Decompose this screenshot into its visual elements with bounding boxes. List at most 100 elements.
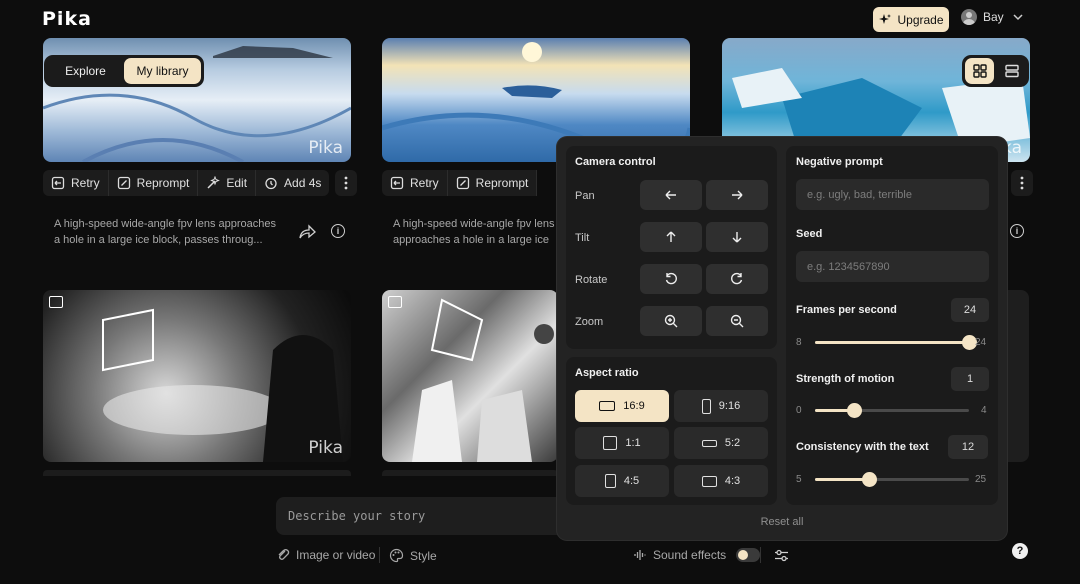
card-actions: Retry Reprompt Edit Add 4s [43, 170, 358, 196]
seed-input[interactable] [796, 251, 989, 282]
add-4s-button[interactable]: Add 4s [256, 170, 330, 196]
negative-prompt-box [796, 179, 989, 210]
aspect-4-5-button[interactable]: 4:5 [575, 465, 669, 497]
consistency-max-label: 25 [975, 474, 987, 485]
video-thumbnail[interactable]: Pika [43, 290, 351, 462]
consistency-slider[interactable] [815, 472, 969, 487]
slider-fill [815, 341, 969, 344]
portrait-ratio-icon [701, 398, 711, 414]
aspect-4-3-button[interactable]: 4:3 [674, 465, 768, 497]
rotate-cw-icon [731, 272, 743, 285]
divider [760, 547, 761, 563]
tilt-down-button[interactable] [706, 222, 768, 252]
aspect-4-5-label: 4:5 [623, 475, 640, 487]
tab-my-library[interactable]: My library [124, 58, 201, 84]
sparkle-icon [879, 13, 892, 24]
tilt-up-button[interactable] [640, 222, 702, 252]
upgrade-button[interactable]: Upgrade [873, 7, 949, 32]
watermark: Pika [308, 138, 343, 158]
retry-button[interactable]: Retry [43, 170, 109, 196]
sound-effects-toggle[interactable]: Sound effects [633, 548, 761, 562]
video-description: A high-speed wide-angle fpv lens approac… [393, 218, 555, 246]
magic-wand-icon [207, 176, 221, 189]
pan-left-button[interactable] [640, 180, 702, 210]
sound-wave-icon [634, 550, 646, 560]
reset-all-button[interactable]: Reset all [557, 516, 1007, 528]
help-button[interactable]: ? [1012, 543, 1028, 559]
tab-explore[interactable]: Explore [47, 58, 124, 84]
consistency-title: Consistency with the text [796, 441, 929, 453]
zoom-out-icon [730, 314, 744, 328]
aspect-9-16-button[interactable]: 9:16 [674, 390, 768, 422]
card-actions [382, 470, 558, 476]
retry-icon [390, 176, 404, 190]
more-options-button[interactable] [1011, 170, 1033, 196]
rotate-ccw-button[interactable] [640, 264, 702, 294]
retry-button[interactable]: Retry [382, 170, 448, 196]
edit-label: Edit [226, 176, 248, 190]
info-icon[interactable]: i [1010, 224, 1024, 238]
image-badge-icon [388, 296, 402, 308]
list-view-button[interactable] [997, 58, 1026, 84]
reprompt-label: Reprompt [475, 176, 529, 190]
story-input[interactable] [276, 497, 576, 535]
image-or-video-button[interactable]: Image or video [276, 548, 375, 562]
top-bar: Pika Upgrade Bay [0, 0, 1080, 38]
arrow-up-icon [666, 231, 676, 242]
zoom-out-button[interactable] [706, 306, 768, 336]
slider-thumb[interactable] [846, 403, 862, 418]
timer-icon [265, 177, 277, 190]
watermark: Pika [308, 438, 343, 458]
aspect-5-2-button[interactable]: 5:2 [674, 427, 768, 459]
style-button[interactable]: Style [389, 548, 437, 563]
seed-box [796, 251, 989, 282]
motion-value[interactable]: 1 [951, 367, 989, 391]
slider-fill [815, 478, 869, 481]
style-label: Style [410, 548, 437, 563]
aspect-16-9-button[interactable]: 16:9 [575, 390, 669, 422]
edit-button[interactable]: Edit [198, 170, 257, 196]
basketball-scene [102, 308, 343, 462]
negative-prompt-input[interactable] [796, 179, 989, 210]
share-icon[interactable] [298, 224, 316, 240]
aspect-9-16-label: 9:16 [718, 400, 741, 412]
aspect-16-9-label: 16:9 [623, 400, 645, 412]
more-options-button[interactable] [335, 170, 358, 196]
view-toggle [962, 55, 1029, 87]
zoom-label: Zoom [575, 316, 604, 328]
video-thumbnail[interactable] [382, 290, 558, 462]
fps-max-label: 24 [975, 337, 987, 348]
consistency-value[interactable]: 12 [948, 435, 988, 459]
info-icon[interactable]: i [331, 224, 345, 238]
fps-value[interactable]: 24 [951, 298, 989, 322]
seed-title: Seed [796, 228, 823, 240]
motion-max-label: 4 [981, 405, 987, 416]
pan-label: Pan [575, 190, 595, 202]
fps-slider[interactable] [815, 335, 977, 350]
rotate-cw-button[interactable] [706, 264, 768, 294]
video-thumbnail[interactable] [1007, 290, 1029, 462]
pika-logo[interactable]: Pika [42, 8, 92, 30]
settings-sliders-icon[interactable] [774, 548, 789, 563]
aspect-1-1-button[interactable]: 1:1 [575, 427, 669, 459]
reprompt-button[interactable]: Reprompt [447, 170, 538, 196]
zoom-in-button[interactable] [640, 306, 702, 336]
library-tabs: Explore My library [44, 55, 204, 87]
reprompt-label: Reprompt [136, 176, 190, 190]
retry-label: Retry [71, 176, 100, 190]
pan-right-button[interactable] [706, 180, 768, 210]
reprompt-button[interactable]: Reprompt [108, 170, 199, 196]
motion-min-label: 0 [796, 405, 802, 416]
more-vertical-icon [345, 176, 348, 190]
slider-thumb[interactable] [861, 472, 877, 487]
grid-icon [972, 64, 987, 78]
edit-pencil-icon [456, 176, 469, 190]
card-actions: Retry Reprompt [382, 170, 538, 196]
sound-effects-switch[interactable] [736, 548, 761, 562]
arrow-left-icon [665, 190, 676, 200]
divider [379, 547, 380, 563]
motion-slider[interactable] [815, 403, 969, 418]
video-description: A high-speed wide-angle fpv lens approac… [54, 218, 276, 246]
user-menu[interactable]: Bay [961, 9, 1026, 25]
grid-view-button[interactable] [965, 58, 994, 84]
